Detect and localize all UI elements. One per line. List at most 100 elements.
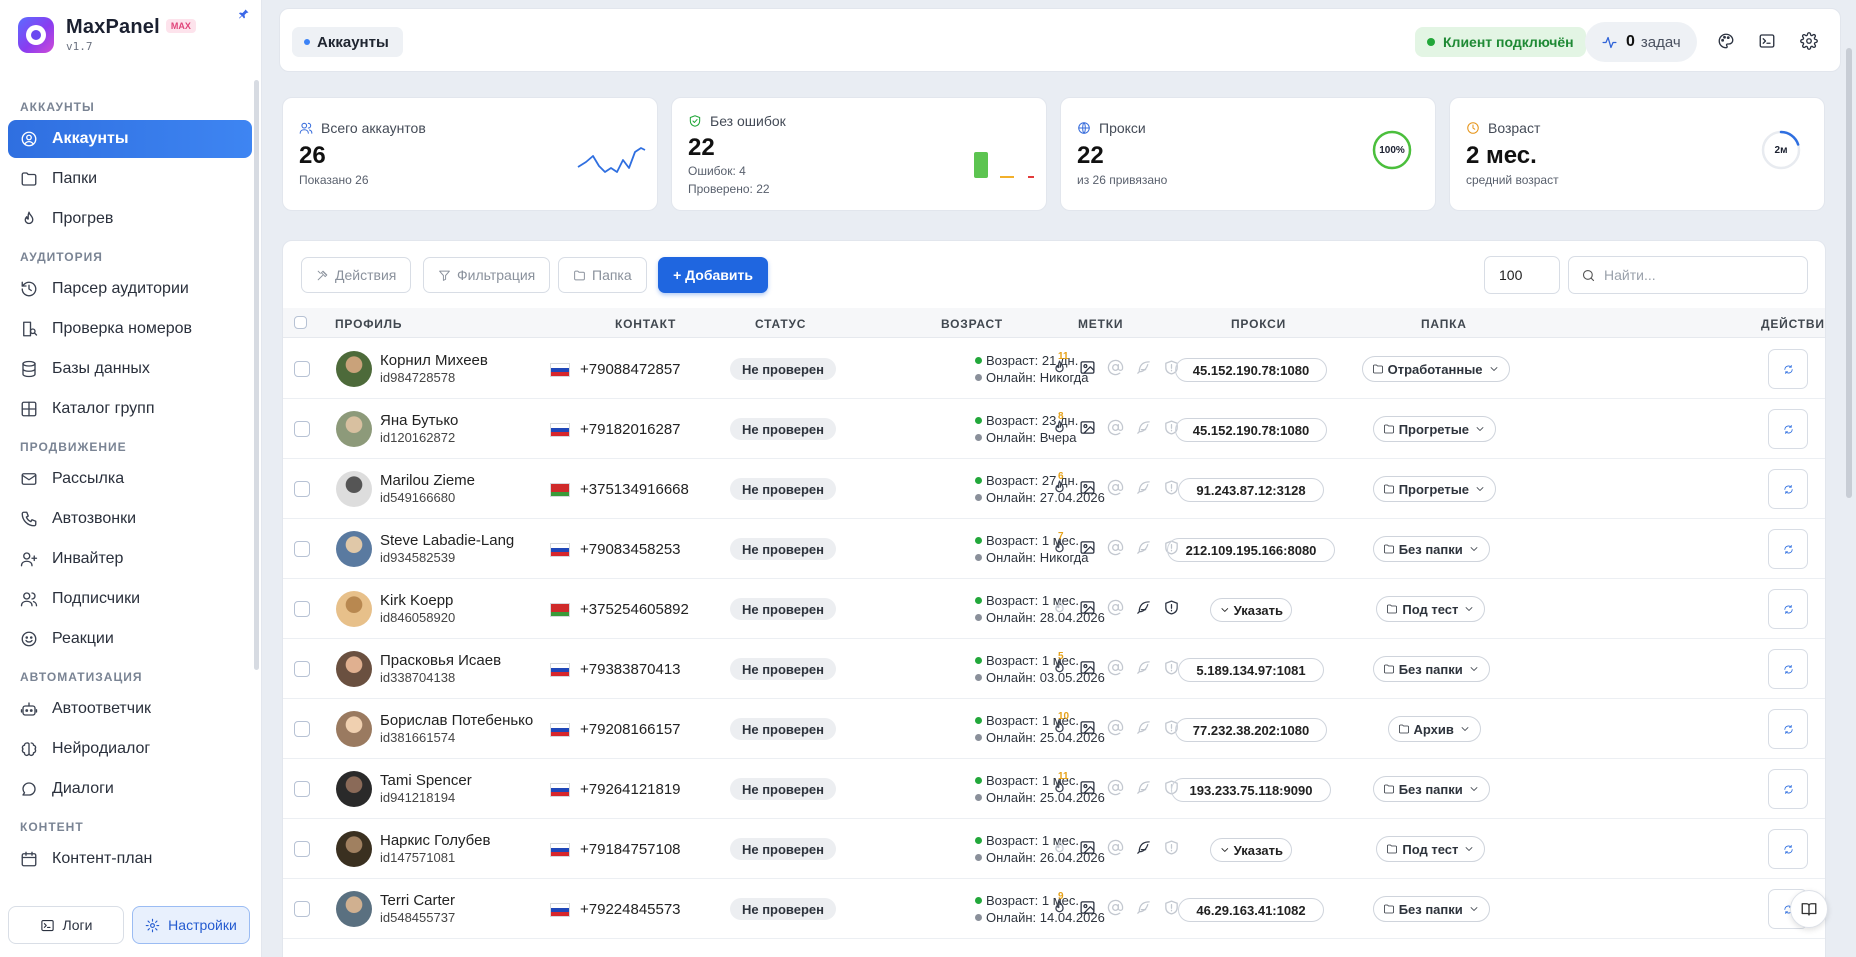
tag-slot[interactable] <box>1107 839 1135 856</box>
tag-slot[interactable] <box>1079 779 1107 796</box>
row-action-button[interactable] <box>1768 529 1808 569</box>
folder-select[interactable]: Без папки <box>1372 776 1490 802</box>
row-action-button[interactable] <box>1768 589 1808 629</box>
row-checkbox[interactable] <box>294 601 310 617</box>
sidebar-item-3-2[interactable]: Подписчики <box>8 580 252 618</box>
proxy-chip[interactable]: 45.152.190.78:1080 <box>1174 418 1328 442</box>
sidebar-item-0-2[interactable]: Рассылка <box>8 460 252 498</box>
tag-slot[interactable] <box>1079 359 1107 376</box>
breadcrumb[interactable]: Аккаунты <box>292 27 403 57</box>
sidebar-item-2-2[interactable]: Инвайтер <box>8 540 252 578</box>
filter-button[interactable]: Фильтрация <box>423 257 551 293</box>
tag-slot[interactable] <box>1079 539 1107 556</box>
tag-slot[interactable] <box>1079 899 1107 916</box>
tag-slot[interactable] <box>1079 479 1107 496</box>
sidebar-item-2-1[interactable]: Базы данных <box>8 350 252 388</box>
tag-slot[interactable] <box>1135 539 1163 556</box>
tag-slot[interactable] <box>1107 899 1135 916</box>
row-action-button[interactable] <box>1768 709 1808 749</box>
profile-name[interactable]: Наркис Голубев <box>380 832 490 849</box>
tag-slot[interactable] <box>1135 899 1163 916</box>
tag-slot[interactable] <box>1107 779 1135 796</box>
row-checkbox[interactable] <box>294 661 310 677</box>
profile-name[interactable]: Terri Carter <box>380 892 455 909</box>
profile-name[interactable]: Steve Labadie-Lang <box>380 532 514 549</box>
select-all-checkbox[interactable] <box>294 316 307 329</box>
tag-slot[interactable]: 6 <box>1051 471 1079 496</box>
proxy-chip[interactable]: Указать <box>1210 598 1292 622</box>
col-folder[interactable]: ПАПКА <box>1421 317 1467 331</box>
col-proxy[interactable]: ПРОКСИ <box>1231 317 1286 331</box>
row-checkbox[interactable] <box>294 841 310 857</box>
pin-icon[interactable] <box>238 8 250 20</box>
tag-slot[interactable]: 9 <box>1051 891 1079 916</box>
sidebar-item-0-0[interactable]: Аккаунты <box>8 120 252 158</box>
row-checkbox[interactable] <box>294 421 310 437</box>
proxy-chip[interactable]: 193.233.75.118:9090 <box>1170 778 1332 802</box>
folder-button[interactable]: Папка <box>558 257 647 293</box>
row-checkbox[interactable] <box>294 721 310 737</box>
folder-select[interactable]: Под тест <box>1376 836 1486 862</box>
tag-slot[interactable] <box>1079 659 1107 676</box>
sidebar-scrollbar[interactable] <box>254 80 259 670</box>
profile-name[interactable]: Корнил Михеев <box>380 352 488 369</box>
folder-select[interactable]: Без папки <box>1372 536 1490 562</box>
logs-button[interactable]: Логи <box>8 906 124 944</box>
tag-slot[interactable]: 7 <box>1051 531 1079 556</box>
docs-button[interactable] <box>1790 890 1828 928</box>
profile-name[interactable]: Kirk Koepp <box>380 592 453 609</box>
col-actions[interactable]: ДЕЙСТВИЯ <box>1761 317 1825 331</box>
tag-slot[interactable] <box>1107 419 1135 436</box>
actions-button[interactable]: Действия <box>301 257 412 293</box>
row-action-button[interactable] <box>1768 769 1808 809</box>
sidebar-item-4-2[interactable]: Реакции <box>8 620 252 658</box>
tag-slot[interactable] <box>1135 839 1163 856</box>
avatar[interactable] <box>336 531 372 567</box>
tag-slot[interactable] <box>1135 779 1163 796</box>
tag-slot[interactable] <box>1163 599 1191 616</box>
tag-slot[interactable] <box>1079 839 1107 856</box>
tag-slot[interactable] <box>1107 539 1135 556</box>
tag-slot[interactable]: 10 <box>1051 711 1079 736</box>
gear-icon[interactable] <box>1800 32 1818 50</box>
tag-slot[interactable] <box>1107 479 1135 496</box>
tag-slot[interactable] <box>1135 599 1163 616</box>
tag-slot[interactable] <box>1135 659 1163 676</box>
avatar[interactable] <box>336 831 372 867</box>
table-row[interactable]: Борислав Потебенько id381661574 +792081661… <box>283 699 1825 759</box>
sidebar-item-0-4[interactable]: Контент-план <box>8 840 252 878</box>
proxy-chip[interactable]: Указать <box>1210 838 1292 862</box>
settings-button[interactable]: Настройки <box>132 906 250 944</box>
tag-slot[interactable] <box>1079 719 1107 736</box>
table-row[interactable]: Яна Бутько id120162872 +79182016287 Не пров… <box>283 399 1825 459</box>
proxy-chip[interactable]: 45.152.190.78:1080 <box>1174 358 1328 382</box>
tag-slot[interactable] <box>1079 599 1107 616</box>
sidebar-item-0-1[interactable]: Парсер аудитории <box>8 270 252 308</box>
avatar[interactable] <box>336 711 372 747</box>
profile-name[interactable]: Marilou Zieme <box>380 472 475 489</box>
tag-slot[interactable] <box>1051 599 1079 616</box>
folder-select[interactable]: Отработанные <box>1361 356 1510 382</box>
profile-name[interactable]: Tami Spencer <box>380 772 472 789</box>
page-scrollbar[interactable] <box>1846 48 1852 498</box>
profile-name[interactable]: Яна Бутько <box>380 412 458 429</box>
sidebar-item-1-3[interactable]: Нейродиалог <box>8 730 252 768</box>
sidebar-item-2-0[interactable]: Прогрев <box>8 200 252 238</box>
sidebar-item-1-2[interactable]: Автозвонки <box>8 500 252 538</box>
table-row[interactable]: Kirk Koepp id846058920 +375254605892 Не про… <box>283 579 1825 639</box>
proxy-chip[interactable]: 46.29.163.41:1082 <box>1178 898 1324 922</box>
tag-slot[interactable]: 11 <box>1051 351 1079 376</box>
sidebar-item-1-0[interactable]: Папки <box>8 160 252 198</box>
profile-name[interactable]: Прасковья Исаев <box>380 652 501 669</box>
avatar[interactable] <box>336 771 372 807</box>
row-checkbox[interactable] <box>294 541 310 557</box>
folder-select[interactable]: Без папки <box>1372 896 1490 922</box>
sidebar-item-2-3[interactable]: Диалоги <box>8 770 252 808</box>
avatar[interactable] <box>336 411 372 447</box>
row-checkbox[interactable] <box>294 901 310 917</box>
tag-slot[interactable] <box>1107 719 1135 736</box>
avatar[interactable] <box>336 351 372 387</box>
col-status[interactable]: СТАТУС <box>755 317 806 331</box>
folder-select[interactable]: Архив <box>1387 716 1481 742</box>
proxy-chip[interactable]: 77.232.38.202:1080 <box>1174 718 1328 742</box>
